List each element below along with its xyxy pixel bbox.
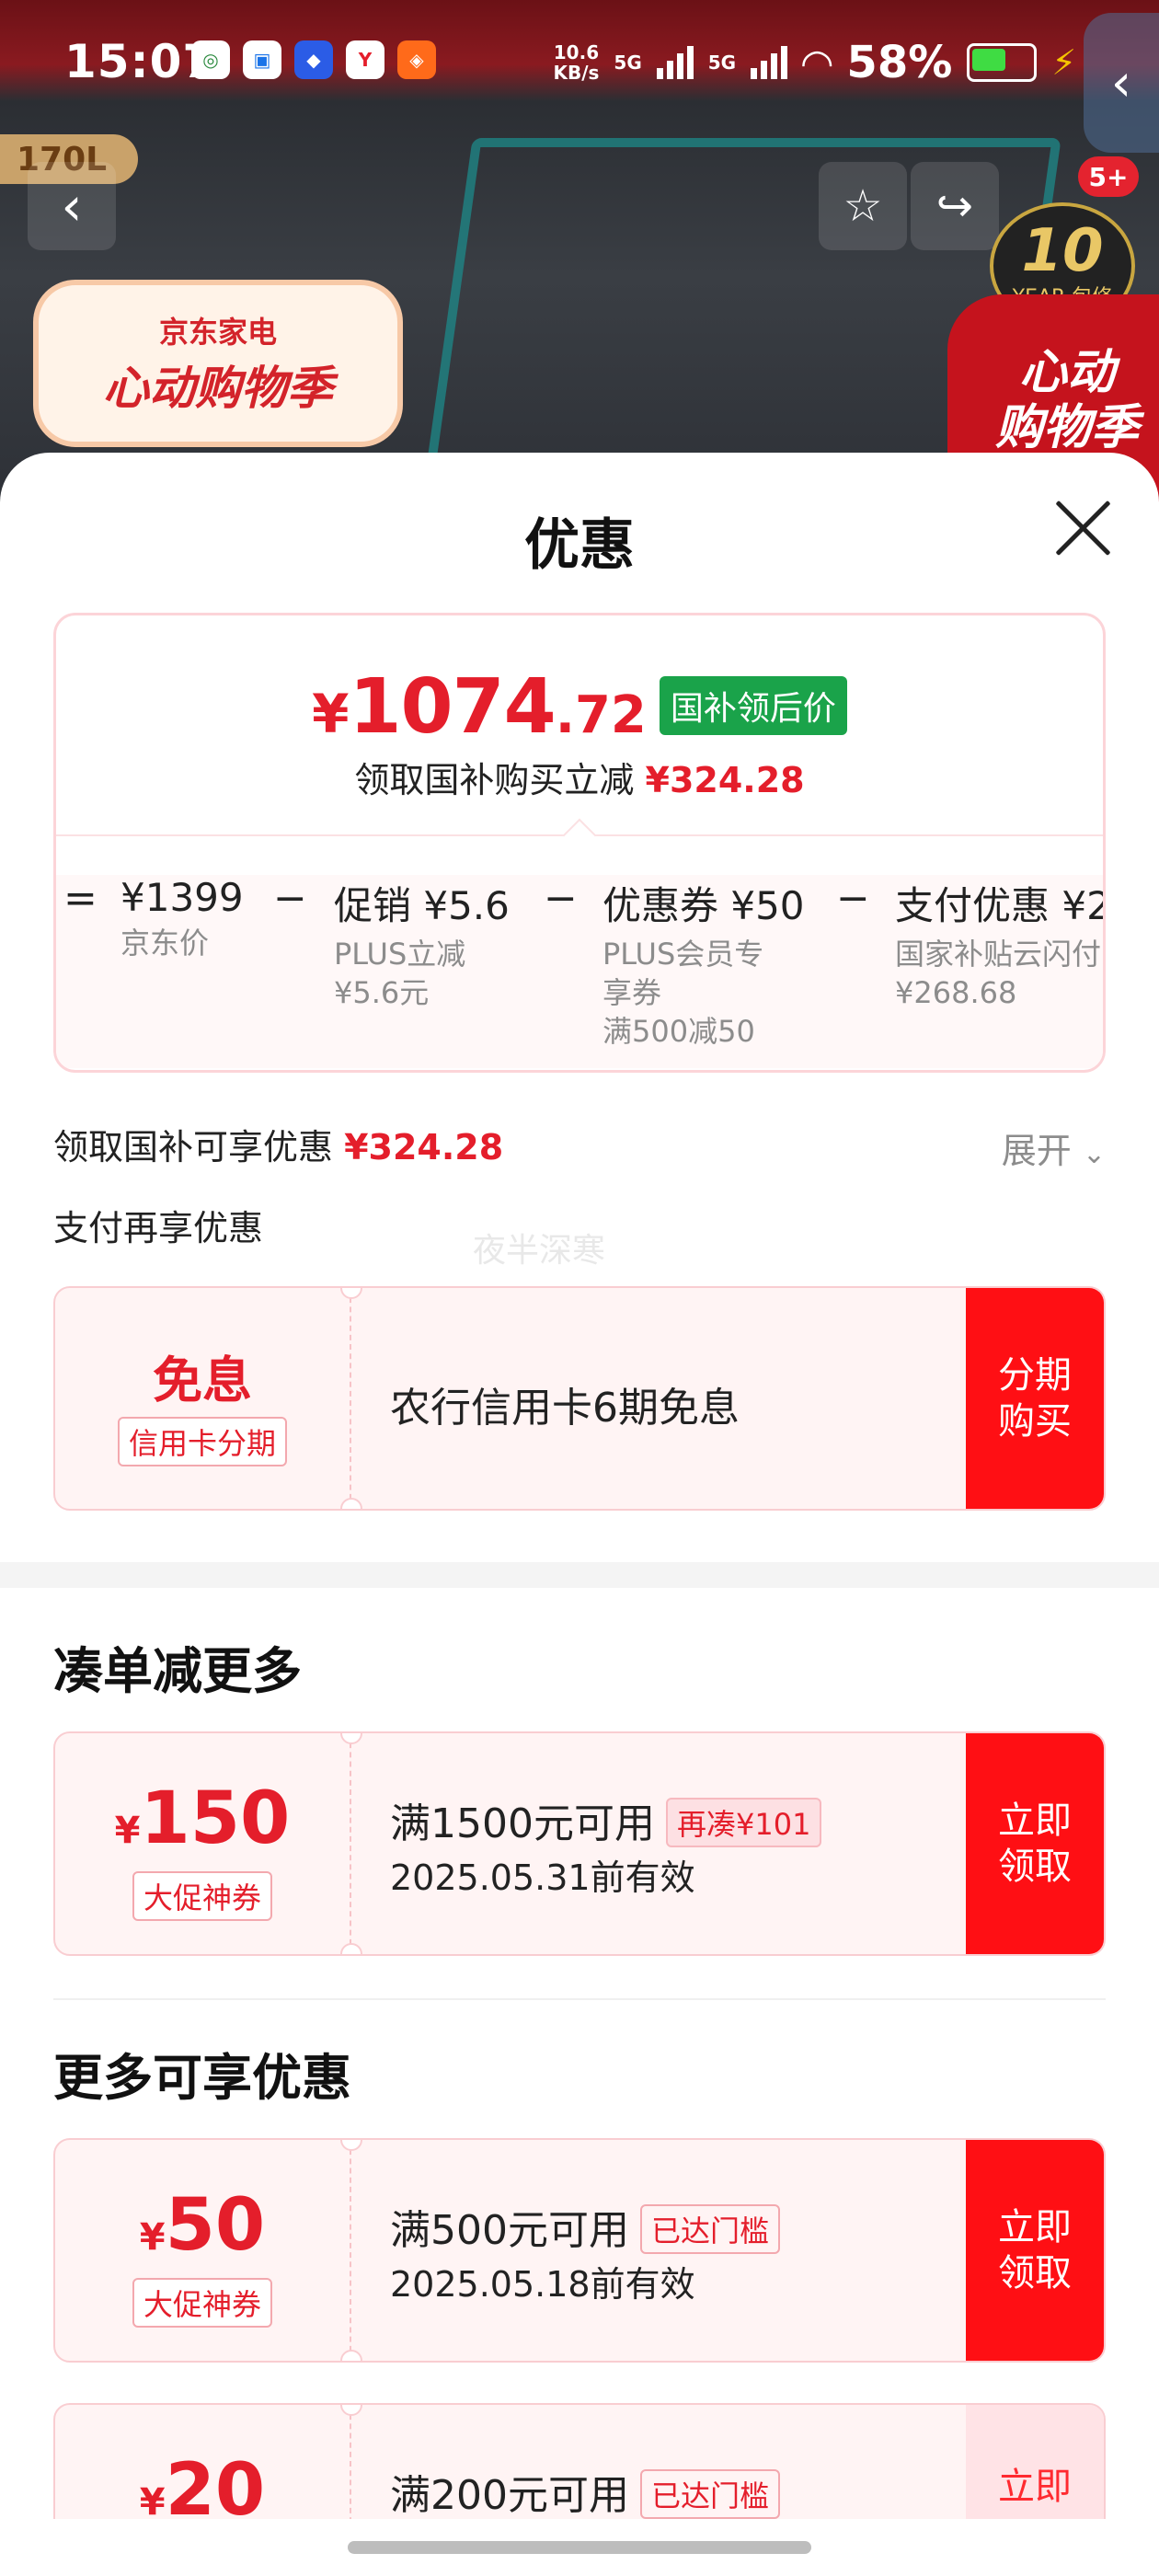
chevron-left-icon: ‹ [1110, 52, 1132, 113]
final-price-block: ¥1074.72 国补领后价 领取国补购买立减 ¥324.28 [56, 615, 1103, 836]
discount-sheet: 优惠 ¥1074.72 国补领后价 领取国补购买立减 ¥324.28 = ¥13… [0, 453, 1159, 2576]
coupon-card: ¥50 大促神券 满500元可用 已达门槛 2025.05.18前有效 立即 领取 [53, 2138, 1106, 2363]
charging-bolt-icon: ⚡ [1051, 42, 1076, 83]
installment-offer: 免息 信用卡分期 农行信用卡6期免息 分期 购买 [53, 1286, 1106, 1511]
favorite-button[interactable]: ☆ [819, 162, 907, 250]
section-divider [0, 1562, 1159, 1588]
coupon-condition: 满200元可用 已达门槛 [390, 2462, 780, 2523]
star-icon: ☆ [843, 180, 883, 232]
battery-icon [967, 43, 1038, 82]
breakdown-operator: − [273, 875, 307, 922]
signal-5g-label: 5G [614, 52, 642, 74]
side-collapse-tab[interactable]: ‹ [1084, 13, 1159, 153]
app-notification-icon: ▣ [243, 40, 281, 79]
breakdown-item: 促销 ¥5.6 PLUS立减 ¥5.6元 [334, 883, 510, 1010]
installment-buy-button[interactable]: 分期 购买 [966, 1288, 1104, 1509]
pay-section-title: 支付再享优惠 [53, 1208, 264, 1248]
combo-section-title: 凑单减更多 [53, 1642, 302, 1700]
coupon-condition: 满500元可用 已达门槛 [390, 2197, 780, 2258]
breakdown-item: ¥1399 京东价 [120, 875, 244, 960]
breakdown-operator: − [544, 875, 578, 922]
share-button[interactable]: ↪ [911, 162, 999, 250]
back-button[interactable]: ‹ [28, 162, 116, 250]
coupon-condition: 满1500元可用 再凑¥101 [390, 1790, 822, 1851]
installment-title: 免息 [153, 1351, 252, 1409]
watermark: 夜半深寒 [473, 1232, 606, 1270]
status-indicators: 10.6 KB/s 5G 5G ◠ 58% ⚡ [553, 37, 1076, 88]
chevron-down-icon: ⌄ [1082, 1138, 1106, 1170]
notification-icons: ◎ ▣ ◆ Y ◈ [191, 40, 436, 79]
subsidy-price-tag: 国补领后价 [659, 676, 847, 735]
signal-bars-icon [751, 46, 788, 79]
breakdown-operator: = [63, 875, 98, 922]
status-bar: 15:07 ◎ ▣ ◆ Y ◈ 10.6 KB/s 5G 5G ◠ 58% ⚡ [0, 0, 1159, 125]
share-icon: ↪ [935, 180, 974, 232]
claim-coupon-button[interactable]: 立即 领取 [966, 2140, 1104, 2361]
coupon-tag: 已达门槛 [639, 2469, 780, 2519]
breakdown-item: 支付优惠 ¥2 国家补贴云闪付 ¥268.68 [895, 883, 1106, 1010]
price-card: ¥1074.72 国补领后价 领取国补购买立减 ¥324.28 = ¥1399 … [53, 613, 1106, 1073]
coupon-tag: 再凑¥101 [665, 1798, 822, 1847]
divider [53, 1998, 1106, 2000]
app-notification-icon: ◎ [191, 40, 230, 79]
subsidy-summary: 领取国补可享优惠 ¥324.28 [53, 1127, 504, 1167]
coupon-amount: ¥150 [114, 1777, 291, 1860]
coupon-valid-date: 2025.05.18前有效 [390, 2264, 695, 2305]
app-notification-icon: ◈ [397, 40, 436, 79]
installment-desc: 农行信用卡6期免息 [390, 1385, 740, 1432]
coupon-card: ¥150 大促神券 满1500元可用 再凑¥101 2025.05.31前有效 立… [53, 1731, 1106, 1956]
price-saving-line: 领取国补购买立减 ¥324.28 [354, 760, 805, 800]
app-notification-icon: ◆ [294, 40, 333, 79]
signal-bars-icon [656, 46, 694, 79]
price-breakdown[interactable]: = ¥1399 京东价 − 促销 ¥5.6 PLUS立减 ¥5.6元 − 优惠券 … [56, 875, 1103, 1068]
claim-coupon-button[interactable]: 立即 领取 [966, 1733, 1104, 1954]
more-section-title: 更多可享优惠 [53, 2049, 351, 2107]
breakdown-item: 优惠券 ¥50 PLUS会员专 享券 满500减50 [602, 883, 805, 1049]
signal-5g-label: 5G [707, 52, 737, 74]
product-page-backdrop: 15:07 ◎ ▣ ◆ Y ◈ 10.6 KB/s 5G 5G ◠ 58% ⚡ … [0, 0, 1159, 515]
chevron-left-icon: ‹ [61, 175, 83, 237]
final-price: ¥1074.72 [312, 663, 647, 751]
coupon-label: 大促神券 [132, 1871, 273, 1921]
battery-percent: 58% [846, 37, 953, 88]
close-icon[interactable] [1052, 497, 1113, 558]
app-notification-icon: Y [346, 40, 384, 79]
coupon-valid-date: 2025.05.31前有效 [390, 1857, 695, 1898]
home-indicator[interactable] [348, 2541, 811, 2554]
wifi-icon: ◠ [802, 40, 832, 86]
breakdown-operator: − [836, 875, 870, 922]
expand-button[interactable]: 展开 ⌄ [1002, 1122, 1106, 1173]
coupon-label: 大促神券 [132, 2278, 273, 2328]
coupon-tag: 已达门槛 [639, 2204, 780, 2254]
installment-label: 信用卡分期 [117, 1417, 288, 1466]
sheet-title: 优惠 [524, 513, 635, 578]
promo-badge: 京东家电 心动购物季 [33, 280, 403, 447]
network-speed: 10.6 KB/s [553, 41, 600, 84]
image-count-badge: 5+ [1078, 156, 1139, 197]
coupon-amount: ¥50 [139, 2184, 266, 2267]
